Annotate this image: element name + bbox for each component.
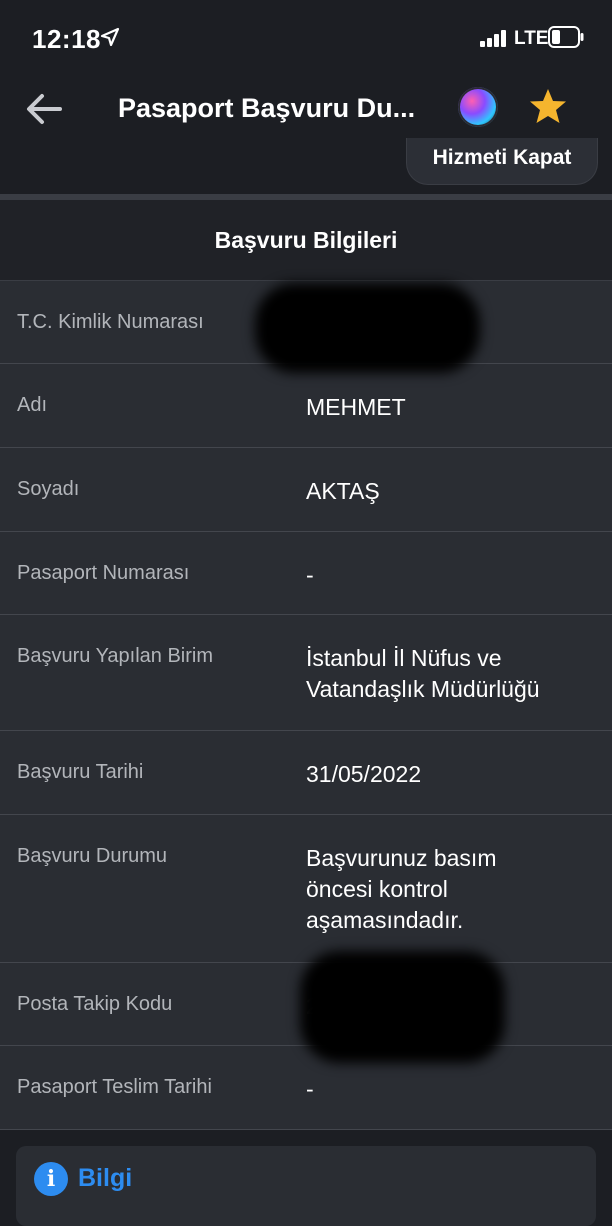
application-info-table: T.C. Kimlik Numarası 62330259386 Adı MEH… bbox=[0, 281, 612, 1130]
table-row: Başvuru Yapılan Birim İstanbul İl Nüfus … bbox=[0, 615, 612, 731]
info-card[interactable]: i Bilgi bbox=[16, 1146, 596, 1226]
row-label: Başvuru Tarihi bbox=[17, 761, 144, 783]
service-subheader: Hizmeti Kapat bbox=[0, 138, 612, 194]
table-row: Adı MEHMET bbox=[0, 364, 612, 448]
row-value: AKTAŞ bbox=[306, 478, 380, 504]
row-label: T.C. Kimlik Numarası bbox=[17, 311, 204, 333]
info-section: i Bilgi bbox=[0, 1130, 612, 1226]
row-value: İstanbul İl Nüfus ve Vatandaşlık Müdürlü… bbox=[306, 645, 540, 702]
redaction-mask bbox=[255, 283, 480, 373]
row-value: 31/05/2022 bbox=[306, 761, 422, 787]
table-row: Soyadı AKTAŞ bbox=[0, 448, 612, 532]
info-title: Bilgi bbox=[78, 1164, 133, 1192]
page-title: Pasaport Başvuru Du... bbox=[118, 93, 416, 123]
network-type: LTE bbox=[514, 28, 549, 49]
navigation-bar: Pasaport Başvuru Du... bbox=[0, 78, 612, 142]
table-row: Posta Takip Kodu 2 bbox=[0, 951, 612, 1063]
info-icon: i bbox=[34, 1162, 68, 1196]
table-row: Pasaport Teslim Tarihi - bbox=[0, 1046, 612, 1130]
row-value: - bbox=[306, 562, 314, 588]
card-header: Başvuru Bilgileri bbox=[0, 200, 612, 281]
row-label: Pasaport Teslim Tarihi bbox=[17, 1076, 212, 1098]
battery-icon bbox=[548, 26, 584, 48]
location-arrow-icon bbox=[100, 27, 120, 47]
row-value: Başvurunuz basım öncesi kontrol aşamasın… bbox=[306, 845, 497, 933]
table-row: Başvuru Durumu Başvurunuz basım öncesi k… bbox=[0, 815, 612, 963]
row-value: MEHMET bbox=[306, 394, 406, 420]
row-label: Posta Takip Kodu bbox=[17, 993, 173, 1015]
back-arrow-icon[interactable] bbox=[24, 90, 64, 128]
table-row: Başvuru Tarihi 31/05/2022 bbox=[0, 731, 612, 815]
row-value: - bbox=[306, 1076, 314, 1102]
signal-bars-icon bbox=[480, 30, 506, 47]
table-row: T.C. Kimlik Numarası 62330259386 bbox=[0, 281, 612, 373]
status-time: 12:18 bbox=[32, 24, 101, 54]
row-label: Başvuru Durumu bbox=[17, 845, 168, 867]
star-icon[interactable] bbox=[528, 86, 568, 126]
table-row: Pasaport Numarası - bbox=[0, 532, 612, 615]
card-title: Başvuru Bilgileri bbox=[214, 227, 398, 253]
row-label: Adı bbox=[17, 394, 48, 416]
siri-icon[interactable] bbox=[458, 87, 498, 127]
row-label: Başvuru Yapılan Birim bbox=[17, 645, 214, 667]
close-service-button[interactable]: Hizmeti Kapat bbox=[406, 138, 598, 185]
status-bar: 12:18 LTE bbox=[0, 0, 612, 78]
row-label: Pasaport Numarası bbox=[17, 562, 190, 584]
row-label: Soyadı bbox=[17, 478, 80, 500]
